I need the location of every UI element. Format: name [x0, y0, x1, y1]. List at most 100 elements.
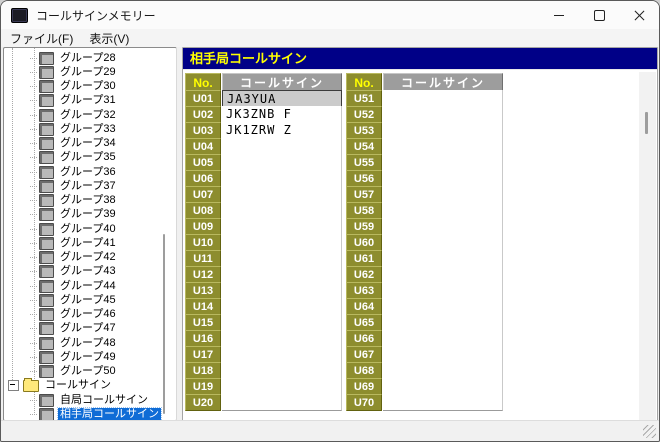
memory-number-cell[interactable]: U54 — [346, 138, 382, 155]
callsign-cell[interactable] — [222, 250, 342, 267]
memory-number-cell[interactable]: U16 — [185, 330, 221, 347]
tree-item[interactable]: グループ42 — [30, 251, 118, 265]
callsign-cell[interactable] — [383, 186, 503, 203]
tree-item[interactable]: グループ35 — [30, 151, 118, 165]
menu-view[interactable]: 表示(V) — [82, 29, 136, 48]
memory-number-cell[interactable]: U09 — [185, 218, 221, 235]
tree-item[interactable]: グループ49 — [30, 350, 118, 364]
tree-item[interactable]: グループ33 — [30, 122, 118, 136]
tree-item[interactable]: グループ34 — [30, 137, 118, 151]
callsign-cell[interactable] — [222, 282, 342, 299]
tree-item[interactable]: グループ31 — [30, 94, 118, 108]
memory-number-cell[interactable]: U15 — [185, 314, 221, 331]
callsign-cell[interactable]: JK1ZRW Z — [222, 122, 342, 139]
callsign-cell[interactable] — [222, 298, 342, 315]
memory-number-cell[interactable]: U69 — [346, 378, 382, 395]
tree-item[interactable]: グループ47 — [30, 322, 118, 336]
memory-number-cell[interactable]: U04 — [185, 138, 221, 155]
callsign-cell[interactable] — [383, 346, 503, 363]
callsign-cell[interactable] — [383, 330, 503, 347]
tree-item[interactable]: グループ40 — [30, 222, 118, 236]
tree-item[interactable]: グループ36 — [30, 165, 118, 179]
memory-number-cell[interactable]: U51 — [346, 90, 382, 107]
callsign-cell[interactable] — [222, 218, 342, 235]
memory-number-cell[interactable]: U62 — [346, 266, 382, 283]
tree-item[interactable]: グループ32 — [30, 108, 118, 122]
memory-number-cell[interactable]: U11 — [185, 250, 221, 267]
memory-number-cell[interactable]: U68 — [346, 362, 382, 379]
callsign-cell[interactable] — [383, 138, 503, 155]
tree-item[interactable]: グループ41 — [30, 236, 118, 250]
memory-number-cell[interactable]: U53 — [346, 122, 382, 139]
memory-number-cell[interactable]: U56 — [346, 170, 382, 187]
callsign-cell[interactable] — [383, 202, 503, 219]
collapse-toggle-icon[interactable] — [8, 380, 19, 391]
tree-item[interactable]: グループ37 — [30, 179, 118, 193]
maximize-button[interactable] — [579, 1, 619, 29]
minimize-button[interactable] — [539, 1, 579, 29]
memory-number-cell[interactable]: U14 — [185, 298, 221, 315]
memory-number-cell[interactable]: U02 — [185, 106, 221, 123]
close-button[interactable] — [619, 1, 659, 29]
memory-number-cell[interactable]: U57 — [346, 186, 382, 203]
callsign-cell[interactable] — [383, 362, 503, 379]
memory-number-cell[interactable]: U65 — [346, 314, 382, 331]
memory-number-cell[interactable]: U59 — [346, 218, 382, 235]
callsign-cell[interactable] — [383, 298, 503, 315]
callsign-cell[interactable] — [383, 234, 503, 251]
callsign-cell[interactable] — [222, 394, 342, 411]
memory-number-cell[interactable]: U12 — [185, 266, 221, 283]
callsign-cell[interactable] — [383, 282, 503, 299]
memory-number-cell[interactable]: U61 — [346, 250, 382, 267]
callsign-cell[interactable] — [383, 314, 503, 331]
callsign-cell[interactable] — [222, 138, 342, 155]
tree-item[interactable]: 相手局コールサイン — [30, 407, 161, 421]
table-scrollbar-thumb[interactable] — [645, 112, 648, 134]
callsign-cell[interactable] — [383, 250, 503, 267]
memory-number-cell[interactable]: U19 — [185, 378, 221, 395]
tree-item[interactable]: 自局コールサイン — [30, 393, 150, 407]
callsign-cell[interactable] — [383, 266, 503, 283]
tree-item[interactable]: グループ29 — [30, 65, 118, 79]
callsign-cell[interactable] — [383, 122, 503, 139]
memory-number-cell[interactable]: U58 — [346, 202, 382, 219]
memory-number-cell[interactable]: U13 — [185, 282, 221, 299]
memory-number-cell[interactable]: U01 — [185, 90, 221, 107]
callsign-cell[interactable] — [222, 202, 342, 219]
memory-number-cell[interactable]: U66 — [346, 330, 382, 347]
memory-number-cell[interactable]: U18 — [185, 362, 221, 379]
memory-number-cell[interactable]: U06 — [185, 170, 221, 187]
memory-number-cell[interactable]: U67 — [346, 346, 382, 363]
callsign-cell[interactable] — [222, 266, 342, 283]
callsign-cell[interactable] — [383, 170, 503, 187]
callsign-cell[interactable] — [383, 154, 503, 171]
memory-number-cell[interactable]: U52 — [346, 106, 382, 123]
memory-number-cell[interactable]: U07 — [185, 186, 221, 203]
callsign-cell[interactable] — [383, 218, 503, 235]
memory-number-cell[interactable]: U70 — [346, 394, 382, 411]
memory-number-cell[interactable]: U64 — [346, 298, 382, 315]
callsign-cell[interactable] — [383, 90, 503, 107]
tree-item[interactable]: グループ38 — [30, 194, 118, 208]
memory-number-cell[interactable]: U55 — [346, 154, 382, 171]
callsign-cell[interactable] — [222, 362, 342, 379]
callsign-cell[interactable] — [383, 394, 503, 411]
callsign-cell[interactable] — [222, 346, 342, 363]
tree-item-folder[interactable]: コールサイン — [8, 379, 113, 393]
memory-number-cell[interactable]: U63 — [346, 282, 382, 299]
callsign-cell[interactable] — [222, 330, 342, 347]
memory-number-cell[interactable]: U60 — [346, 234, 382, 251]
memory-number-cell[interactable]: U05 — [185, 154, 221, 171]
tree-item[interactable]: グループ28 — [30, 51, 118, 65]
tree-item[interactable]: グループ30 — [30, 80, 118, 94]
tree-item[interactable]: グループ39 — [30, 208, 118, 222]
callsign-cell[interactable]: JA3YUA — [222, 90, 342, 107]
memory-number-cell[interactable]: U17 — [185, 346, 221, 363]
callsign-cell[interactable] — [222, 314, 342, 331]
callsign-cell[interactable] — [383, 106, 503, 123]
tree-item[interactable]: グループ46 — [30, 308, 118, 322]
table-scrollbar-track[interactable] — [639, 72, 656, 420]
callsign-cell[interactable] — [222, 234, 342, 251]
callsign-cell[interactable]: JK3ZNB F — [222, 106, 342, 123]
callsign-cell[interactable] — [222, 378, 342, 395]
